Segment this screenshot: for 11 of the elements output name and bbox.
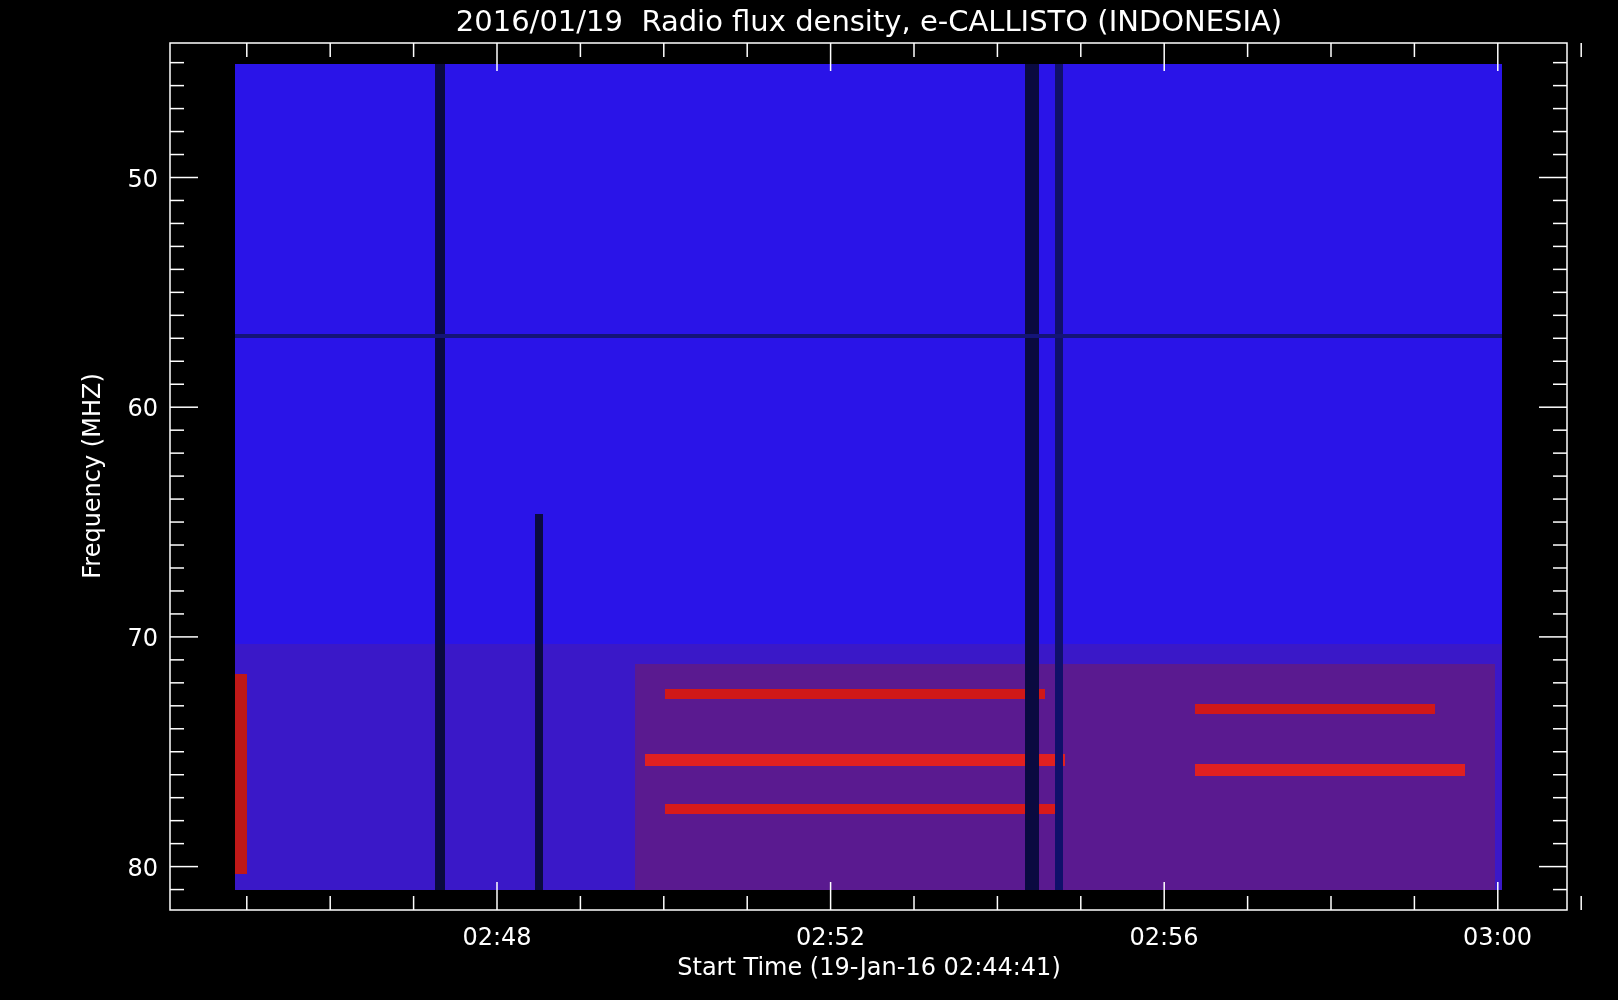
axis-label: Start Time (19-Jan-16 02:44:41) [677, 953, 1061, 981]
tick-label: 02:52 [795, 923, 866, 951]
tick-label: 02:56 [1129, 923, 1199, 951]
tick-label: 70 [127, 623, 158, 652]
axis-label: Frequency (MHZ) [78, 373, 106, 579]
tick-label: 02:48 [462, 923, 532, 951]
tick-label: 80 [127, 853, 158, 882]
tick-label: 50 [127, 164, 158, 193]
tick-label: 03:00 [1462, 923, 1533, 951]
plot-title: 2016/01/19 Radio flux density, e-CALLISTO (INDONESIA) [455, 4, 1283, 38]
tick-label: 60 [127, 394, 158, 423]
